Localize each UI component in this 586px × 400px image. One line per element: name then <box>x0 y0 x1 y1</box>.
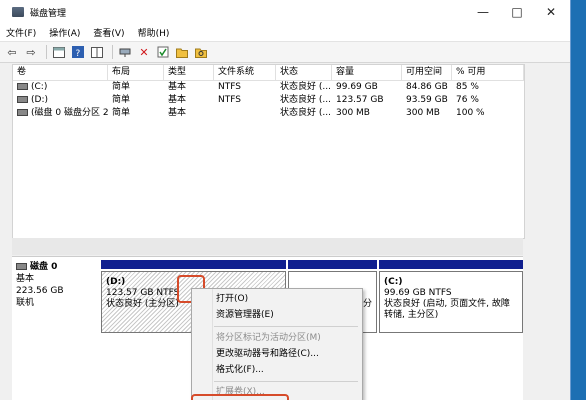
table-cell: NTFS <box>218 82 241 92</box>
properties-icon[interactable] <box>51 44 67 60</box>
menu-gutter <box>212 289 213 400</box>
volume-icon <box>17 96 28 103</box>
menu-separator <box>214 326 358 327</box>
partition-mid-status: 分 <box>362 299 372 309</box>
menu-action[interactable]: 操作(A) <box>49 26 80 39</box>
table-cell: 300 MB <box>406 108 440 118</box>
disk-icon <box>16 263 27 270</box>
table-cell: 简单 <box>112 108 131 118</box>
back-arrow-icon[interactable]: ⇦ <box>4 44 20 60</box>
partition-d-bar <box>101 260 286 269</box>
view-icon[interactable] <box>89 44 105 60</box>
table-cell: 99.69 GB <box>336 82 378 92</box>
column-header-filesystem[interactable]: 文件系统 <box>214 65 276 80</box>
table-cell: 状态良好 (... <box>280 95 331 105</box>
forward-arrow-icon[interactable]: ⇨ <box>23 44 39 60</box>
table-cell: 状态良好 (... <box>280 108 331 118</box>
svg-text:?: ? <box>76 49 81 58</box>
context-menu: 打开(O) 资源管理器(E) 将分区标记为活动分区(M) 更改驱动器号和路径(C… <box>191 288 363 400</box>
partition-c-status: 状态良好 (启动, 页面文件, 故障转储, 主分区) <box>384 299 510 320</box>
menu-bar: 文件(F) 操作(A) 查看(V) 帮助(H) <box>0 24 570 41</box>
table-row[interactable]: (D:) 简单 基本 NTFS 状态良好 (... 123.57 GB 93.5… <box>13 94 524 107</box>
minimize-button[interactable]: — <box>466 0 500 24</box>
column-header-capacity[interactable]: 容量 <box>332 65 402 80</box>
partition-c[interactable]: (C:) 99.69 GB NTFS 状态良好 (启动, 页面文件, 故障转储,… <box>379 271 523 333</box>
table-cell: 基本 <box>168 95 187 105</box>
toolbar: ⇦ ⇨ ? ✕ <box>0 41 570 63</box>
partition-c-size: 99.69 GB NTFS <box>384 288 452 298</box>
table-cell: 123.57 GB <box>336 95 384 105</box>
column-header-type[interactable]: 类型 <box>164 65 214 80</box>
menu-separator <box>214 381 358 382</box>
close-button[interactable]: ✕ <box>534 0 568 24</box>
menu-file[interactable]: 文件(F) <box>6 26 36 39</box>
column-header-volume[interactable]: 卷 <box>13 65 108 80</box>
menu-item-format[interactable]: 格式化(F)... <box>216 363 264 377</box>
highlight-box-bottom <box>191 394 289 400</box>
table-cell: 基本 <box>168 82 187 92</box>
menu-item-explore[interactable]: 资源管理器(E) <box>216 308 274 322</box>
volume-list-header: 卷 布局 类型 文件系统 状态 容量 可用空间 % 可用 <box>13 65 524 81</box>
table-cell: 84.86 GB <box>406 82 448 92</box>
disk-size: 223.56 GB <box>16 286 64 296</box>
disk-management-window: 磁盘管理 — □ ✕ 文件(F) 操作(A) 查看(V) 帮助(H) ⇦ ⇨ ?… <box>0 0 571 400</box>
volume-name-cell: (C:) <box>13 81 108 94</box>
menu-item-mark-active[interactable]: 将分区标记为活动分区(M) <box>216 331 321 345</box>
title-bar: 磁盘管理 — □ ✕ <box>0 0 570 24</box>
table-cell: 基本 <box>168 108 187 118</box>
table-cell: 简单 <box>112 82 131 92</box>
menu-item-change-drive-letter[interactable]: 更改驱动器号和路径(C)... <box>216 347 319 361</box>
menu-item-open[interactable]: 打开(O) <box>216 292 248 306</box>
volume-icon <box>17 83 28 90</box>
column-header-layout[interactable]: 布局 <box>108 65 164 80</box>
help-icon[interactable]: ? <box>70 44 86 60</box>
toolbar-divider <box>112 45 113 59</box>
check-icon[interactable] <box>155 44 171 60</box>
column-header-status[interactable]: 状态 <box>276 65 332 80</box>
table-cell: 100 % <box>456 108 485 118</box>
table-row[interactable]: (磁盘 0 磁盘分区 2) 简单 基本 状态良好 (... 300 MB 300… <box>13 107 524 120</box>
folder-search-icon[interactable] <box>193 44 209 60</box>
toolbar-divider <box>46 45 47 59</box>
table-cell: 简单 <box>112 95 131 105</box>
pane-divider[interactable] <box>12 238 523 255</box>
volume-name-cell: (磁盘 0 磁盘分区 2) <box>13 107 108 120</box>
table-cell: 76 % <box>456 95 479 105</box>
column-header-percent-free[interactable]: % 可用 <box>452 65 524 80</box>
folder-icon[interactable] <box>174 44 190 60</box>
volume-icon <box>17 109 28 116</box>
window-title: 磁盘管理 <box>30 8 67 19</box>
menu-help[interactable]: 帮助(H) <box>138 26 170 39</box>
disk-type: 基本 <box>16 274 35 284</box>
table-cell: 85 % <box>456 82 479 92</box>
volume-name-cell: (D:) <box>13 94 108 107</box>
menu-view[interactable]: 查看(V) <box>93 26 124 39</box>
volume-list: 卷 布局 类型 文件系统 状态 容量 可用空间 % 可用 (C:) 简单 基本 … <box>12 64 525 239</box>
disk-name: 磁盘 0 <box>30 262 58 272</box>
table-cell: NTFS <box>218 95 241 105</box>
table-cell: 93.59 GB <box>406 95 448 105</box>
delete-icon[interactable]: ✕ <box>136 44 152 60</box>
partition-mid-bar <box>288 260 377 269</box>
column-header-free-space[interactable]: 可用空间 <box>402 65 452 80</box>
partition-c-title: (C:) <box>384 277 403 287</box>
table-cell <box>214 107 276 120</box>
partition-c-bar <box>379 260 523 269</box>
table-row[interactable]: (C:) 简单 基本 NTFS 状态良好 (... 99.69 GB 84.86… <box>13 81 524 94</box>
table-cell: 状态良好 (... <box>280 82 331 92</box>
disk-status: 联机 <box>16 298 35 308</box>
disk-management-icon <box>12 7 24 17</box>
maximize-button[interactable]: □ <box>500 0 534 24</box>
disk-info[interactable]: 磁盘 0 基本 223.56 GB 联机 <box>16 261 98 309</box>
connect-icon[interactable] <box>117 44 133 60</box>
table-cell: 300 MB <box>336 108 370 118</box>
